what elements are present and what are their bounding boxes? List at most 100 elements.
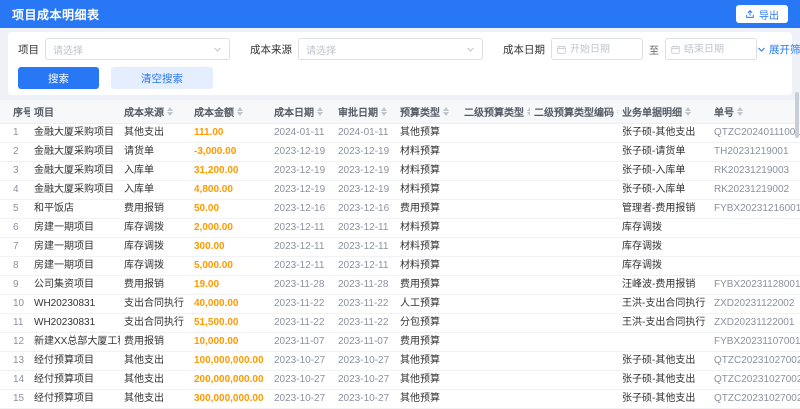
project-select[interactable]: 请选择 [45, 38, 230, 60]
chevron-down-icon [213, 45, 222, 54]
page-title: 项目成本明细表 [12, 7, 100, 22]
table-row[interactable]: 1 金融大厦采购项目 其他支出 111.00 2024-01-11 2024-0… [0, 123, 800, 143]
table-row[interactable]: 11 WH20230831 支出合同执行 51,500.00 2023-11-2… [0, 313, 800, 333]
cell-sub-budget-code [530, 237, 618, 257]
cell-index: 6 [0, 218, 30, 238]
expand-filter-link[interactable]: 展开筛选 [757, 42, 800, 57]
table-row[interactable]: 5 和平饭店 费用报销 50.00 2023-12-16 2023-12-16 … [0, 199, 800, 219]
table-row[interactable]: 14 经付预算项目 其他支出 200,000,000.00 2023-10-27… [0, 370, 800, 390]
col-header-approval-date[interactable]: 审批日期 [334, 100, 396, 124]
cell-sub-budget-type [460, 142, 530, 162]
sort-icon[interactable] [317, 107, 323, 116]
cost-source-select[interactable]: 请选择 [298, 38, 483, 60]
cell-cost-source: 库存调拨 [120, 218, 190, 238]
cell-doc-number: TH20231219001 [710, 142, 800, 162]
table-row[interactable]: 10 WH20230831 支出合同执行 40,000.00 2023-11-2… [0, 294, 800, 314]
cell-biz-doc-detail: 张子硕-请货单 [618, 142, 710, 162]
cell-doc-number: FYBX20231128001 [710, 275, 800, 295]
export-button[interactable]: 导出 [736, 5, 788, 23]
cell-sub-budget-code [530, 256, 618, 276]
sort-icon[interactable] [443, 107, 449, 116]
cell-biz-doc-detail: 王洪-支出合同执行 [618, 313, 710, 333]
cell-sub-budget-code [530, 161, 618, 181]
search-button[interactable]: 搜索 [18, 67, 99, 89]
cell-cost-date: 2023-11-28 [270, 275, 334, 295]
table-row[interactable]: 15 经付预算项目 其他支出 300,000,000.00 2023-10-27… [0, 389, 800, 409]
export-button-label: 导出 [759, 10, 779, 22]
table-row[interactable]: 8 房建一期项目 库存调拨 5,000.00 2023-12-11 2023-1… [0, 256, 800, 276]
cell-sub-budget-code [530, 218, 618, 238]
table-row[interactable]: 6 房建一期项目 库存调拨 2,000.00 2023-12-11 2023-1… [0, 218, 800, 238]
cell-project: WH20230831 [30, 294, 120, 314]
cell-cost-date: 2023-10-27 [270, 370, 334, 390]
cell-index: 7 [0, 237, 30, 257]
col-header-sub-budget-type[interactable]: 二级预算类型 [460, 100, 530, 124]
sort-icon[interactable] [737, 107, 743, 116]
vertical-scrollbar-thumb[interactable] [795, 92, 799, 138]
table-body: 1 金融大厦采购项目 其他支出 111.00 2024-01-11 2024-0… [0, 123, 800, 409]
table-row[interactable]: 13 经付预算项目 其他支出 100,000,000.00 2023-10-27… [0, 351, 800, 371]
page-header: 项目成本明细表 导出 [0, 0, 800, 28]
filter-panel: 项目 请选择 成本来源 请选择 成本日期 开始日期 至 结束日期 展开筛 搜索 … [8, 32, 800, 95]
filter-cost-date: 成本日期 至 [503, 38, 757, 60]
col-label: 项目 [34, 108, 54, 119]
table-row[interactable]: 4 金融大厦采购项目 入库单 4,800.00 2023-12-19 2023-… [0, 180, 800, 200]
col-header-cost-amount[interactable]: 成本金额 [190, 100, 270, 124]
cell-sub-budget-type [460, 313, 530, 333]
sort-icon[interactable] [167, 107, 173, 116]
cell-cost-date: 2023-12-19 [270, 180, 334, 200]
cell-index: 10 [0, 294, 30, 314]
col-header-cost-date[interactable]: 成本日期 [270, 100, 334, 124]
cell-cost-source: 支出合同执行 [120, 313, 190, 333]
col-header-budget-type[interactable]: 预算类型 [396, 100, 460, 124]
cell-budget-type: 材料预算 [396, 256, 460, 276]
date-range-separator: 至 [649, 45, 659, 57]
cell-approval-date: 2023-12-19 [334, 142, 396, 162]
col-header-cost-source[interactable]: 成本来源 [120, 100, 190, 124]
cell-biz-doc-detail: 管理者-费用报销 [618, 199, 710, 219]
sort-icon[interactable] [527, 107, 530, 116]
col-header-project: 项目 [30, 100, 120, 124]
table-row[interactable]: 3 金融大厦采购项目 入库单 31,200.00 2023-12-19 2023… [0, 161, 800, 181]
cell-biz-doc-detail: 张子硕-其他支出 [618, 389, 710, 409]
cell-approval-date: 2023-10-27 [334, 389, 396, 409]
chevron-down-icon [757, 45, 766, 54]
sort-icon[interactable] [685, 107, 691, 116]
filter-cost-source: 成本来源 请选择 [250, 38, 483, 60]
sort-icon[interactable] [617, 107, 618, 116]
table-row[interactable]: 12 新建XX总部大厦工程二期 费用报销 10,000.00 2023-11-0… [0, 332, 800, 352]
cell-doc-number [710, 218, 800, 238]
cell-approval-date: 2023-12-11 [334, 218, 396, 238]
clear-search-button[interactable]: 清空搜索 [111, 67, 213, 89]
date-end-input[interactable] [684, 43, 751, 55]
cell-cost-amount: 300,000,000.00 [190, 389, 270, 409]
cell-sub-budget-type [460, 275, 530, 295]
cell-sub-budget-code [530, 313, 618, 333]
cell-cost-date: 2023-12-11 [270, 237, 334, 257]
cell-doc-number: QTZC20240111001 [710, 123, 800, 143]
table-row[interactable]: 9 公司集资项目 费用报销 19.00 2023-11-28 2023-11-2… [0, 275, 800, 295]
table-row[interactable]: 2 金融大厦采购项目 请货单 -3,000.00 2023-12-19 2023… [0, 142, 800, 162]
col-header-sub-budget-code[interactable]: 二级预算类型编码 [530, 100, 618, 124]
cell-cost-amount: 200,000,000.00 [190, 370, 270, 390]
date-start-input[interactable] [570, 43, 637, 55]
cost-source-filter-label: 成本来源 [250, 43, 292, 56]
sort-icon[interactable] [237, 107, 243, 116]
cell-approval-date: 2023-12-16 [334, 199, 396, 219]
cell-sub-budget-type [460, 237, 530, 257]
col-header-doc-number[interactable]: 单号 [710, 100, 800, 124]
cell-index: 13 [0, 351, 30, 371]
cell-biz-doc-detail: 张子硕-入库单 [618, 161, 710, 181]
cell-project: WH20230831 [30, 313, 120, 333]
col-label: 成本金额 [194, 108, 234, 119]
chevron-down-icon [466, 45, 475, 54]
cell-approval-date: 2023-10-27 [334, 351, 396, 371]
col-header-biz-doc-detail[interactable]: 业务单据明细 [618, 100, 710, 124]
col-label: 成本日期 [274, 108, 314, 119]
cell-index: 8 [0, 256, 30, 276]
sort-icon[interactable] [381, 107, 387, 116]
cell-cost-date: 2023-12-11 [270, 256, 334, 276]
table-row[interactable]: 7 房建一期项目 库存调拨 300.00 2023-12-11 2023-12-… [0, 237, 800, 257]
cost-source-select-placeholder: 请选择 [306, 45, 336, 57]
cell-index: 2 [0, 142, 30, 162]
